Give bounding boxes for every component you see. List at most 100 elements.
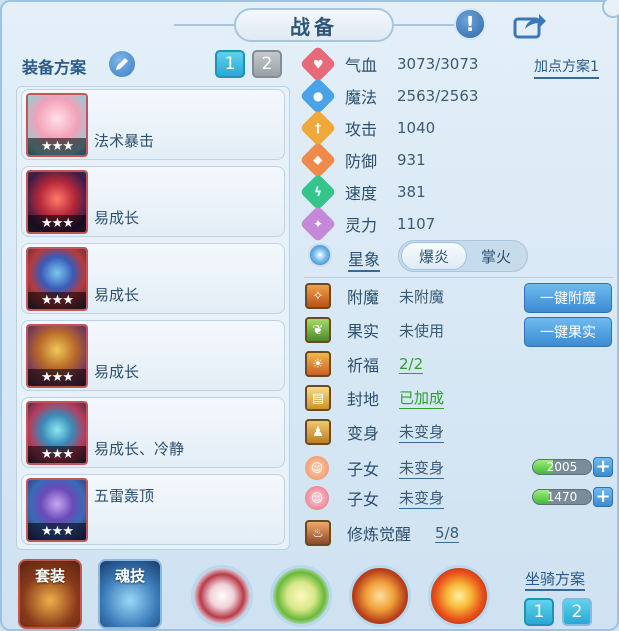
star-sign-option-inactive[interactable]: 掌火	[463, 242, 529, 270]
necklace-icon: ★★★	[26, 324, 88, 388]
child-exp-bar: 2005	[532, 459, 592, 475]
stat-label: 攻击	[345, 120, 378, 139]
item-effect-label: 易成长	[94, 209, 140, 227]
stat-value: 381	[397, 183, 426, 201]
feature-value[interactable]: 未变身	[399, 421, 445, 443]
cultivation-label: 修炼觉醒	[347, 525, 412, 544]
feature-label: 祈福	[347, 356, 380, 375]
equipment-list: ★★★ 法术暴击 ★★★ 易成长 ★★★ 易成长 ★★★ 易成长 ★★★ 易成长…	[16, 86, 290, 550]
star-rating: ★★★	[28, 215, 86, 232]
feature-value[interactable]: 2/2	[399, 355, 424, 374]
equipment-item[interactable]: ★★★ 五雷轰顶	[21, 474, 285, 545]
feature-label: 变身	[347, 424, 380, 443]
scheme-button-2[interactable]: 2	[252, 50, 282, 78]
tab-soul-skill[interactable]: 魂技	[98, 559, 162, 629]
feature-value[interactable]: 已加成	[399, 387, 445, 409]
tab-soul-label: 魂技	[114, 567, 145, 585]
share-icon[interactable]	[510, 10, 550, 40]
scheme-button-1[interactable]: 1	[215, 50, 245, 78]
equipment-item[interactable]: ★★★ 法术暴击	[21, 89, 285, 160]
equipment-panel: 战备 ! 装备方案 1 2 ★★★ 法术暴击 ★★★ 易成长 ★★★ 易成长 ★…	[0, 0, 619, 631]
stat-value: 1040	[397, 119, 436, 137]
shield-icon: ◆	[299, 141, 337, 179]
feature-label: 附魔	[347, 288, 380, 307]
tab-set-equipment[interactable]: 套装	[18, 559, 82, 629]
item-effect-label: 易成长、冷静	[94, 440, 185, 458]
equipment-item[interactable]: ★★★ 易成长	[21, 243, 285, 314]
child-value[interactable]: 未变身	[399, 487, 445, 509]
stat-value: 2563/2563	[397, 87, 479, 105]
stat-row-mp: ● 魔法 2563/2563	[299, 77, 479, 115]
one-click-fruit-button[interactable]: 一键果实	[524, 317, 612, 347]
child-row-1: ☺ 子女 未变身	[305, 453, 445, 483]
page-title: 战备	[290, 14, 338, 39]
child-label: 子女	[347, 460, 380, 479]
child-exp-value: 2005	[546, 460, 578, 474]
equipment-item[interactable]: ★★★ 易成长	[21, 166, 285, 237]
star-sign-option-active[interactable]: 爆炎	[401, 242, 467, 270]
stat-row-attack: † 攻击 1040	[299, 109, 436, 147]
mana-icon: ●	[299, 77, 337, 115]
feature-row-fruit: ❦ 果实 未使用	[305, 315, 444, 345]
feature-value: 未附魔	[399, 287, 445, 306]
heart-icon: ♥	[299, 45, 337, 83]
item-effect-label: 易成长	[94, 363, 140, 381]
feature-row-transform: ♟ 变身 未变身	[305, 417, 445, 447]
stat-value: 3073/3073	[397, 55, 479, 73]
cultivation-icon: ♨	[305, 520, 331, 546]
add-child-1-button[interactable]: +	[593, 457, 613, 477]
stat-value: 1107	[397, 215, 436, 233]
child-exp-bar: 1470	[532, 489, 592, 505]
skill-slot-icon[interactable]	[191, 565, 253, 627]
cultivation-row: ♨ 修炼觉醒 5/8	[305, 518, 460, 548]
stat-label: 气血	[345, 56, 378, 75]
stat-row-defense: ◆ 防御 931	[299, 141, 426, 179]
blessing-icon: ☀	[305, 351, 331, 377]
territory-icon: ▤	[305, 385, 331, 411]
fruit-icon: ❦	[305, 317, 331, 343]
close-corner-icon[interactable]	[602, 0, 619, 18]
skill-slot-icon[interactable]	[270, 565, 332, 627]
lightning-icon: ϟ	[299, 173, 337, 211]
star-sign-label[interactable]: 星象	[348, 246, 381, 272]
star-rating: ★★★	[28, 369, 86, 386]
item-effect-label: 易成长	[94, 286, 140, 304]
stat-label: 防御	[345, 152, 378, 171]
edit-pencil-icon[interactable]	[107, 49, 137, 79]
star-sign-icon	[308, 243, 332, 267]
feature-row-blessing: ☀ 祈福 2/2	[305, 349, 424, 379]
mount-button-1[interactable]: 1	[524, 598, 554, 626]
cultivation-value[interactable]: 5/8	[435, 524, 460, 543]
title-banner: 战备	[174, 8, 454, 42]
child-girl-icon: ☺	[305, 486, 329, 510]
feature-label: 果实	[347, 322, 380, 341]
spirit-icon: ✦	[299, 205, 337, 243]
star-rating: ★★★	[28, 138, 86, 155]
star-rating: ★★★	[28, 446, 86, 463]
equipment-item[interactable]: ★★★ 易成长	[21, 320, 285, 391]
stat-value: 931	[397, 151, 426, 169]
feature-row-territory: ▤ 封地 已加成	[305, 383, 445, 413]
attribute-plan-link[interactable]: 加点方案1	[534, 56, 599, 79]
mount-scheme-label[interactable]: 坐骑方案	[525, 568, 586, 591]
sword-icon: †	[299, 109, 337, 147]
divider	[304, 277, 614, 278]
tab-set-label: 套装	[34, 567, 65, 585]
mask-armor-icon: ★★★	[26, 247, 88, 311]
popsicle-weapon-icon: ★★★	[26, 93, 88, 157]
info-icon[interactable]: !	[454, 8, 486, 40]
skill-slot-icon[interactable]	[349, 565, 411, 627]
stat-row-spirit: ✦ 灵力 1107	[299, 205, 436, 243]
stat-label: 魔法	[345, 88, 378, 107]
skill-slot-icon[interactable]	[428, 565, 490, 627]
one-click-enchant-button[interactable]: 一键附魔	[524, 283, 612, 313]
mount-button-2[interactable]: 2	[562, 598, 592, 626]
enchant-icon: ✧	[305, 283, 331, 309]
star-sign-toggle[interactable]: 爆炎 掌火	[398, 240, 528, 272]
equipment-item[interactable]: ★★★ 易成长、冷静	[21, 397, 285, 468]
stat-label: 速度	[345, 184, 378, 203]
child-label: 子女	[347, 490, 380, 509]
child-row-2: ☺ 子女 未变身	[305, 483, 445, 513]
add-child-2-button[interactable]: +	[593, 487, 613, 507]
child-value[interactable]: 未变身	[399, 457, 445, 479]
